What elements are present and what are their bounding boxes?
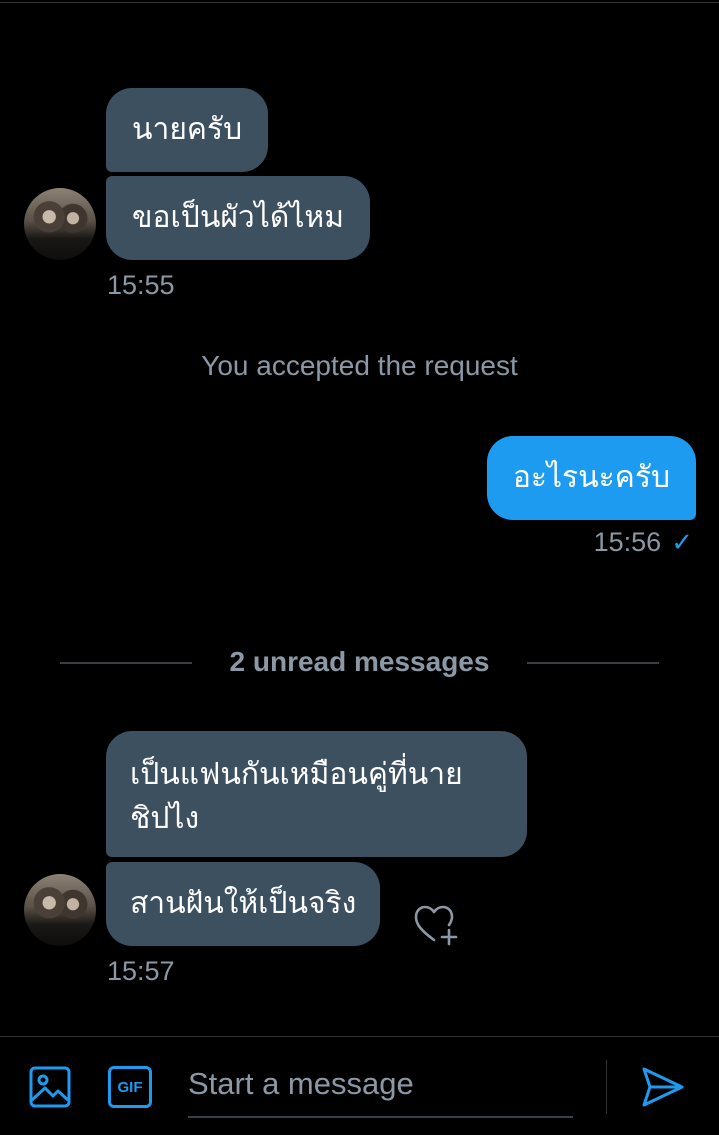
message-timestamp: 15:57	[107, 956, 175, 986]
incoming-message-bubble[interactable]: นายครับ	[106, 88, 269, 172]
gif-button[interactable]: GIF	[108, 1066, 152, 1108]
check-icon: ✓	[671, 527, 693, 557]
message-text-line: เป็นแฟนกันเหมือนคู่ที่นาย	[130, 757, 463, 792]
composer-divider	[0, 1036, 719, 1037]
message-text: สานฝันให้เป็นจริง	[130, 886, 357, 921]
gif-label: GIF	[117, 1078, 143, 1096]
add-reaction-heart-icon[interactable]	[412, 900, 460, 948]
incoming-message-bubble[interactable]: สานฝันให้เป็นจริง	[106, 862, 381, 946]
message-input-container	[188, 1056, 573, 1118]
message-timestamp: 15:56	[593, 527, 662, 557]
message-input[interactable]	[188, 1056, 573, 1112]
incoming-message-bubble[interactable]: ขอเป็นผัวได้ไหม	[106, 176, 370, 260]
request-accepted-note: You accepted the request	[201, 350, 518, 381]
outgoing-message-bubble[interactable]: อะไรนะครับ	[486, 436, 696, 520]
dm-conversation: นายครับ ขอเป็นผัวได้ไหม 15:55 You accept…	[0, 0, 719, 1135]
sender-avatar[interactable]	[24, 874, 96, 946]
message-text: อะไรนะครับ	[512, 460, 670, 495]
message-text: ขอเป็นผัวได้ไหม	[132, 200, 344, 235]
outgoing-timestamp-row: 15:56 ✓	[594, 527, 693, 558]
sender-avatar[interactable]	[24, 188, 96, 260]
message-text: นายครับ	[132, 112, 243, 147]
send-icon[interactable]	[640, 1064, 686, 1110]
incoming-message-bubble[interactable]: เป็นแฟนกันเหมือนคู่ที่นาย ชิปไง	[106, 731, 527, 857]
message-text-line: ชิปไง	[130, 801, 200, 836]
unread-divider-right	[527, 662, 659, 664]
image-icon[interactable]	[29, 1066, 71, 1108]
top-divider	[0, 2, 719, 3]
composer-separator	[606, 1060, 607, 1114]
message-timestamp: 15:55	[107, 270, 175, 300]
